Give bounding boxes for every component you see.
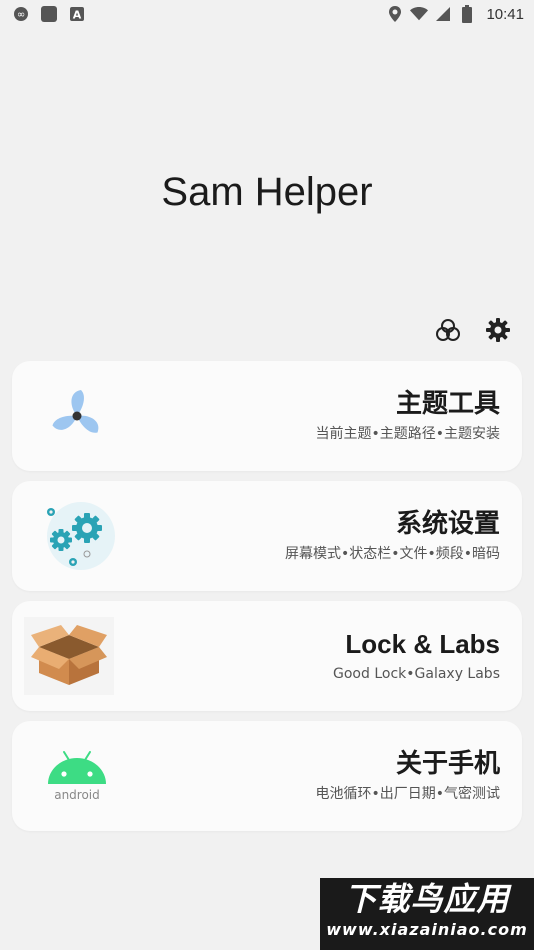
svg-text:∞: ∞ [17, 10, 25, 21]
watermark-line2: www.xiazainiao.com [326, 920, 528, 939]
svg-text:A: A [73, 9, 82, 22]
radiation-icon[interactable] [434, 316, 462, 344]
android-icon: android [32, 736, 122, 816]
card-title: 系统设置 [395, 509, 500, 539]
status-bar: ∞ A 10:41 [0, 0, 534, 28]
card-subtitle: 屏幕模式•状态栏•文件•频段•暗码 [284, 546, 500, 562]
gears-icon [32, 496, 122, 576]
signal-icon [434, 5, 452, 23]
card-system-settings[interactable]: 系统设置 屏幕模式•状态栏•文件•频段•暗码 [12, 481, 522, 591]
app-title: Sam Helper [161, 170, 373, 214]
card-subtitle: Good Lock•Galaxy Labs [333, 666, 500, 682]
card-theme-tools[interactable]: 主题工具 当前主题•主题路径•主题安装 [12, 361, 522, 471]
card-title: Lock & Labs [345, 629, 500, 659]
card-title: 关于手机 [395, 749, 500, 779]
a-badge-icon: A [68, 5, 86, 23]
battery-icon [458, 5, 476, 23]
watermark-line1: 下载鸟应用 [344, 880, 510, 918]
fan-icon [32, 376, 122, 456]
box-icon [24, 617, 114, 695]
status-time: 10:41 [486, 5, 524, 23]
infinity-icon: ∞ [12, 5, 30, 23]
card-subtitle: 当前主题•主题路径•主题安装 [315, 426, 500, 442]
card-subtitle: 电池循环•出厂日期•气密测试 [315, 786, 500, 802]
svg-text:android: android [54, 788, 100, 802]
top-actions [434, 316, 512, 344]
card-about-phone[interactable]: android 关于手机 电池循环•出厂日期•气密测试 [12, 721, 522, 831]
location-icon [386, 5, 404, 23]
watermark-logo: 下载鸟应用 www.xiazainiao.com [320, 878, 534, 950]
card-lock-labs[interactable]: Lock & Labs Good Lock•Galaxy Labs [12, 601, 522, 711]
square-app-icon [40, 5, 58, 23]
wifi-icon [410, 5, 429, 23]
gear-icon[interactable] [484, 316, 512, 344]
card-title: 主题工具 [395, 389, 500, 419]
